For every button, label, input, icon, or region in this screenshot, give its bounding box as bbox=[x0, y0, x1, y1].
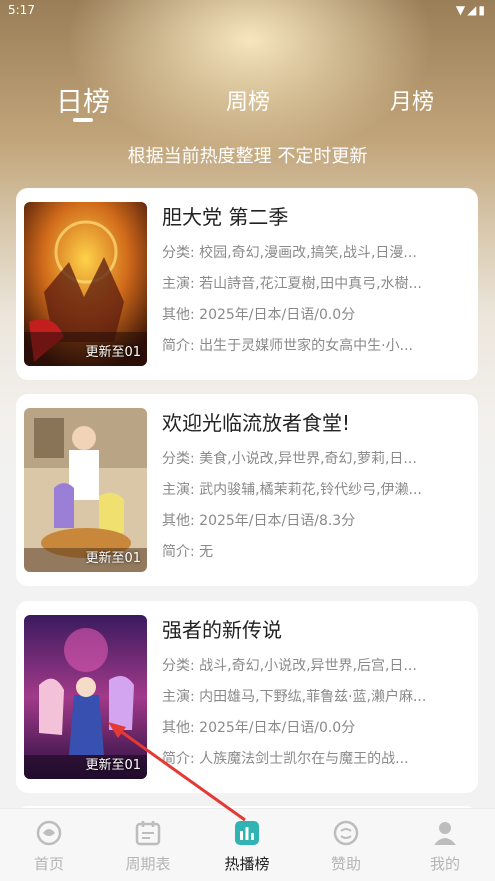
update-status: 更新至01 bbox=[85, 758, 141, 773]
status-icons: ▼◢▮ bbox=[456, 3, 487, 17]
nav-item-schedule[interactable]: 周期表 bbox=[108, 819, 188, 874]
anime-card[interactable]: 更新至01 强者的新传说 分类: 战斗,奇幻,小说改,异世界,后宫,日... 主… bbox=[16, 601, 478, 793]
anime-intro: 简介: 人族魔法剑士凯尔在与魔王的战... bbox=[162, 751, 409, 767]
signal-icon: ◢ bbox=[467, 3, 479, 17]
anime-cover[interactable]: 更新至01 bbox=[24, 202, 147, 366]
anime-category: 分类: 战斗,奇幻,小说改,异世界,后宫,日... bbox=[162, 658, 417, 674]
anime-title: 胆大党 第二季 bbox=[162, 205, 289, 229]
status-time: 5:17 bbox=[8, 3, 35, 17]
sponsor-icon bbox=[332, 819, 360, 847]
anime-category: 分类: 校园,奇幻,漫画改,搞笑,战斗,日漫... bbox=[162, 245, 417, 261]
home-icon bbox=[35, 819, 63, 847]
anime-card[interactable]: 更新至01 欢迎光临流放者食堂! 分类: 美食,小说改,异世界,奇幻,萝莉,日.… bbox=[16, 394, 478, 586]
profile-icon bbox=[431, 819, 459, 847]
chart-icon bbox=[233, 819, 261, 847]
anime-title: 欢迎光临流放者食堂! bbox=[162, 411, 351, 435]
anime-cover[interactable]: 更新至01 bbox=[24, 615, 147, 779]
update-status: 更新至01 bbox=[85, 551, 141, 566]
anime-card[interactable]: 更新至01 胆大党 第二季 分类: 校园,奇幻,漫画改,搞笑,战斗,日漫... … bbox=[16, 188, 478, 380]
update-status: 更新至01 bbox=[85, 345, 141, 360]
nav-item-hot[interactable]: 热播榜 bbox=[207, 819, 287, 874]
anime-cast: 主演: 武内骏辅,橘茉莉花,铃代纱弓,伊濑... bbox=[162, 482, 422, 498]
nav-item-profile[interactable]: 我的 bbox=[405, 819, 485, 874]
anime-cover[interactable]: 更新至01 bbox=[24, 408, 147, 572]
anime-other: 其他: 2025年/日本/日语/0.0分 bbox=[162, 720, 356, 736]
tab-monthly[interactable]: 月榜 bbox=[390, 84, 434, 116]
anime-title: 强者的新传说 bbox=[162, 618, 282, 642]
anime-other: 其他: 2025年/日本/日语/8.3分 bbox=[162, 513, 356, 529]
nav-label-schedule: 周期表 bbox=[125, 855, 171, 873]
ranking-subtitle: 根据当前热度整理 不定时更新 bbox=[127, 146, 368, 167]
bottom-navigation: 首页 周期表 热播榜 赞助 我的 bbox=[0, 808, 495, 881]
anime-other: 其他: 2025年/日本/日语/0.0分 bbox=[162, 307, 356, 323]
anime-cast: 主演: 若山詩音,花江夏樹,田中真弓,水樹... bbox=[162, 276, 422, 292]
nav-label-hot: 热播榜 bbox=[224, 855, 270, 873]
nav-label-profile: 我的 bbox=[429, 855, 460, 873]
nav-label-home: 首页 bbox=[33, 855, 64, 873]
anime-cast: 主演: 内田雄马,下野纮,菲鲁兹·蓝,濑户麻... bbox=[162, 689, 427, 705]
status-bar: 5:17 ▼◢▮ bbox=[0, 0, 495, 22]
nav-item-sponsor[interactable]: 赞助 bbox=[306, 819, 386, 874]
tab-weekly[interactable]: 周榜 bbox=[226, 84, 270, 116]
battery-icon: ▮ bbox=[478, 3, 487, 17]
anime-intro: 简介: 无 bbox=[162, 544, 214, 560]
nav-item-home[interactable]: 首页 bbox=[9, 819, 89, 874]
tab-daily[interactable]: 日榜 bbox=[56, 80, 110, 119]
anime-intro: 简介: 出生于灵媒师世家的女高中生·小... bbox=[162, 338, 413, 354]
wifi-icon: ▼ bbox=[455, 3, 468, 17]
ranking-tabs: 日榜 周榜 月榜 bbox=[0, 78, 495, 128]
nav-label-sponsor: 赞助 bbox=[330, 855, 361, 873]
calendar-icon bbox=[134, 819, 162, 847]
active-tab-indicator bbox=[73, 118, 93, 122]
anime-category: 分类: 美食,小说改,异世界,奇幻,萝莉,日... bbox=[162, 451, 417, 467]
